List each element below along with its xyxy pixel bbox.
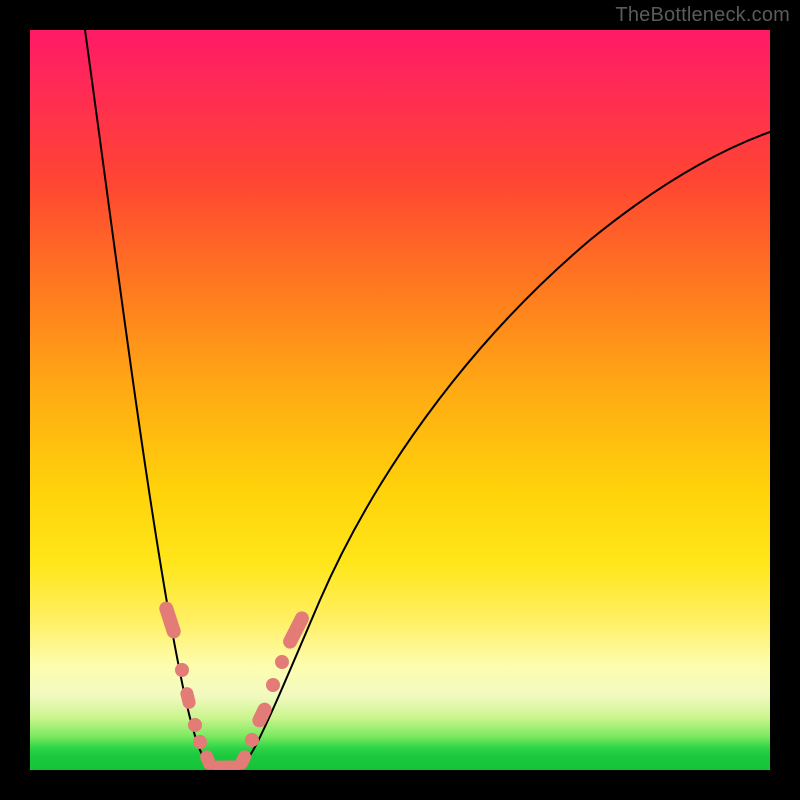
chart-frame: TheBottleneck.com — [0, 0, 800, 800]
marker-dot-10 — [266, 678, 280, 692]
curve-left-branch — [85, 30, 213, 767]
marker-capsule-2 — [179, 686, 197, 710]
marker-dot-3 — [188, 718, 202, 732]
marker-dot-4 — [193, 735, 207, 749]
marker-capsule-0 — [157, 600, 182, 640]
curve-layer — [30, 30, 770, 770]
watermark-text: TheBottleneck.com — [615, 4, 790, 27]
v-curve — [85, 30, 770, 767]
marker-dot-8 — [245, 733, 259, 747]
curve-right-branch — [238, 132, 770, 767]
marker-dot-1 — [175, 663, 189, 677]
marker-cluster — [157, 600, 311, 770]
plot-area — [30, 30, 770, 770]
marker-dot-11 — [275, 655, 289, 669]
